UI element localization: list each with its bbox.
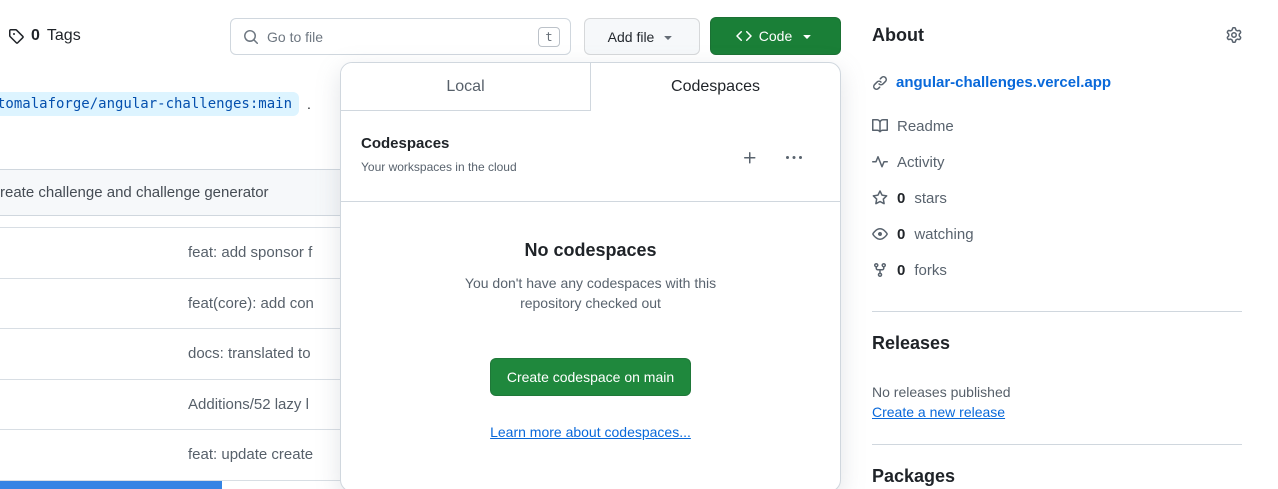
sidebar-divider — [872, 444, 1242, 445]
shortcut-key-badge: t — [538, 27, 560, 47]
commit-message[interactable]: feat(core): add con — [188, 295, 314, 312]
about-sidebar: About angular-challenges.vercel.app Read… — [872, 0, 1242, 489]
watching-link[interactable]: 0 watching — [872, 223, 1242, 245]
add-file-button[interactable]: Add file — [584, 18, 700, 55]
tag-icon — [8, 28, 24, 44]
book-icon — [872, 118, 888, 134]
about-title: About — [872, 22, 924, 48]
forks-count: 0 — [897, 262, 905, 279]
readme-label: Readme — [897, 118, 954, 135]
stars-link[interactable]: 0 stars — [872, 187, 1242, 209]
branch-reference: tomalaforge/angular-challenges:main . — [0, 92, 311, 116]
commit-message[interactable]: docs: translated to — [188, 345, 311, 362]
releases-empty-text: No releases published — [872, 382, 1242, 402]
search-icon — [243, 29, 259, 45]
gear-icon[interactable] — [1226, 27, 1242, 43]
website-link[interactable]: angular-challenges.vercel.app — [896, 74, 1111, 91]
fork-icon — [872, 262, 888, 278]
learn-more-link[interactable]: Learn more about codespaces... — [490, 424, 691, 440]
empty-state-description: You don't have any codespaces with this … — [341, 273, 840, 314]
tags-link[interactable]: 0 Tags — [8, 25, 81, 47]
kebab-menu-icon[interactable] — [786, 150, 802, 166]
branch-ref-period: . — [307, 96, 311, 112]
code-dropdown-panel: Local Codespaces Codespaces Your workspa… — [340, 62, 841, 489]
codespaces-empty-state: No codespaces You don't have any codespa… — [341, 202, 840, 442]
empty-state-title: No codespaces — [341, 240, 840, 261]
tab-local[interactable]: Local — [341, 63, 591, 111]
commit-message[interactable]: feat: update create — [188, 446, 313, 463]
stars-count: 0 — [897, 190, 905, 207]
tab-codespaces[interactable]: Codespaces — [591, 63, 840, 111]
readme-link[interactable]: Readme — [872, 115, 1242, 137]
tags-count: 0 — [31, 27, 40, 45]
search-input[interactable] — [267, 29, 530, 45]
highlighted-row-fragment — [0, 481, 222, 489]
website-link-row[interactable]: angular-challenges.vercel.app — [872, 74, 1242, 91]
plus-icon[interactable] — [742, 150, 758, 166]
repo-page: tomalaforge/angular-challenges:main . re… — [0, 0, 1278, 489]
code-icon — [736, 28, 752, 44]
chevron-down-icon — [660, 29, 676, 45]
codespaces-actions — [742, 150, 802, 166]
activity-label: Activity — [897, 154, 945, 171]
star-icon — [872, 190, 888, 206]
pulse-icon — [872, 154, 888, 170]
code-button[interactable]: Code — [710, 17, 841, 55]
codespaces-header: Codespaces Your workspaces in the cloud — [341, 111, 840, 202]
add-file-label: Add file — [608, 29, 655, 45]
latest-commit-message[interactable]: reate challenge and challenge generator — [0, 184, 269, 201]
branch-ref-chip[interactable]: tomalaforge/angular-challenges:main — [0, 92, 299, 116]
create-release-link[interactable]: Create a new release — [872, 404, 1005, 420]
sidebar-divider — [872, 311, 1242, 312]
code-dropdown-tabs: Local Codespaces — [341, 63, 840, 111]
releases-title: Releases — [872, 330, 1242, 356]
forks-label: forks — [914, 262, 947, 279]
eye-icon — [872, 226, 888, 242]
create-codespace-button[interactable]: Create codespace on main — [490, 358, 691, 396]
watching-count: 0 — [897, 226, 905, 243]
watching-label: watching — [914, 226, 973, 243]
tags-label: Tags — [47, 27, 81, 45]
stars-label: stars — [914, 190, 947, 207]
forks-link[interactable]: 0 forks — [872, 259, 1242, 281]
link-icon — [872, 75, 888, 91]
activity-link[interactable]: Activity — [872, 151, 1242, 173]
code-button-label: Code — [759, 28, 792, 44]
go-to-file-search[interactable]: t — [230, 18, 571, 55]
chevron-down-icon — [799, 28, 815, 44]
commit-message[interactable]: Additions/52 lazy l — [188, 396, 309, 413]
commit-message[interactable]: feat: add sponsor f — [188, 244, 312, 261]
packages-title: Packages — [872, 463, 1242, 489]
